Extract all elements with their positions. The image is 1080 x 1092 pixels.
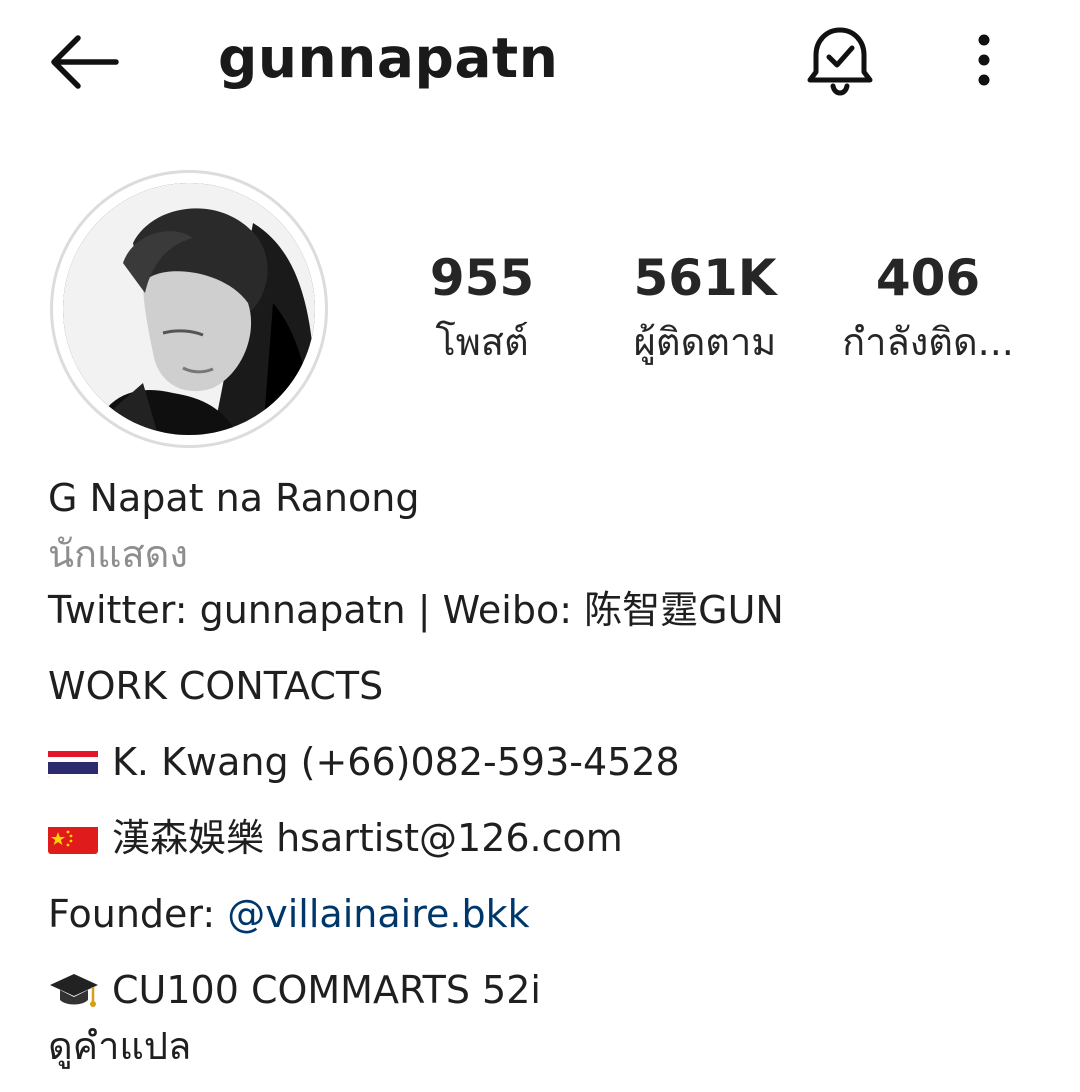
- founder-label: Founder:: [48, 892, 228, 936]
- education-text: CU100 COMMARTS 52i: [112, 968, 541, 1012]
- posts-label: โพสต์: [435, 320, 529, 364]
- graduation-cap-icon: [48, 969, 100, 1009]
- stat-following[interactable]: 406 กำลังติด...: [828, 242, 1028, 370]
- bio-social-links: Twitter: gunnapatn | Weibo: 陈智霆GUN: [48, 588, 784, 632]
- stat-followers[interactable]: 561K ผู้ติดตาม: [605, 242, 805, 370]
- profile-avatar[interactable]: [50, 170, 328, 448]
- see-translation-link[interactable]: ดูคำแปล: [48, 1018, 1048, 1074]
- bio-work-contacts-heading: WORK CONTACTS: [48, 664, 384, 708]
- bio-education: CU100 COMMARTS 52i: [48, 962, 1048, 1018]
- followers-label: ผู้ติดตาม: [633, 320, 777, 364]
- top-bar: gunnapatn: [0, 0, 1080, 120]
- contact-thailand-text: K. Kwang (+66)082-593-4528: [112, 740, 680, 784]
- profile-photo: [63, 183, 315, 435]
- more-options-button[interactable]: [956, 28, 1012, 92]
- profile-username: gunnapatn: [218, 26, 559, 90]
- bell-check-icon: [807, 27, 873, 96]
- display-name: G Napat na Ranong: [48, 476, 420, 520]
- followers-count: 561K: [633, 249, 777, 307]
- following-count: 406: [875, 249, 981, 307]
- stat-posts[interactable]: 955 โพสต์: [382, 242, 582, 370]
- arrow-left-icon: [51, 35, 119, 89]
- china-flag-icon: [48, 820, 98, 854]
- bio-contact-china: 漢森娛樂 hsartist@126.com: [48, 810, 1048, 866]
- thailand-flag-icon: [48, 744, 98, 778]
- back-button[interactable]: [44, 30, 124, 94]
- following-label: กำลังติด...: [842, 320, 1014, 364]
- bio-founder: Founder: @villainaire.bkk: [48, 886, 1048, 942]
- founder-link[interactable]: @villainaire.bkk: [227, 892, 529, 936]
- profile-bio: G Napat na Ranong นักแสดง Twitter: gunna…: [48, 470, 1048, 1074]
- posts-count: 955: [429, 249, 535, 307]
- profile-category: นักแสดง: [48, 532, 188, 576]
- contact-china-text: 漢森娛樂 hsartist@126.com: [112, 816, 623, 860]
- notifications-button[interactable]: [800, 20, 880, 100]
- more-vertical-icon: [978, 34, 990, 86]
- bio-contact-thailand: K. Kwang (+66)082-593-4528: [48, 734, 1048, 790]
